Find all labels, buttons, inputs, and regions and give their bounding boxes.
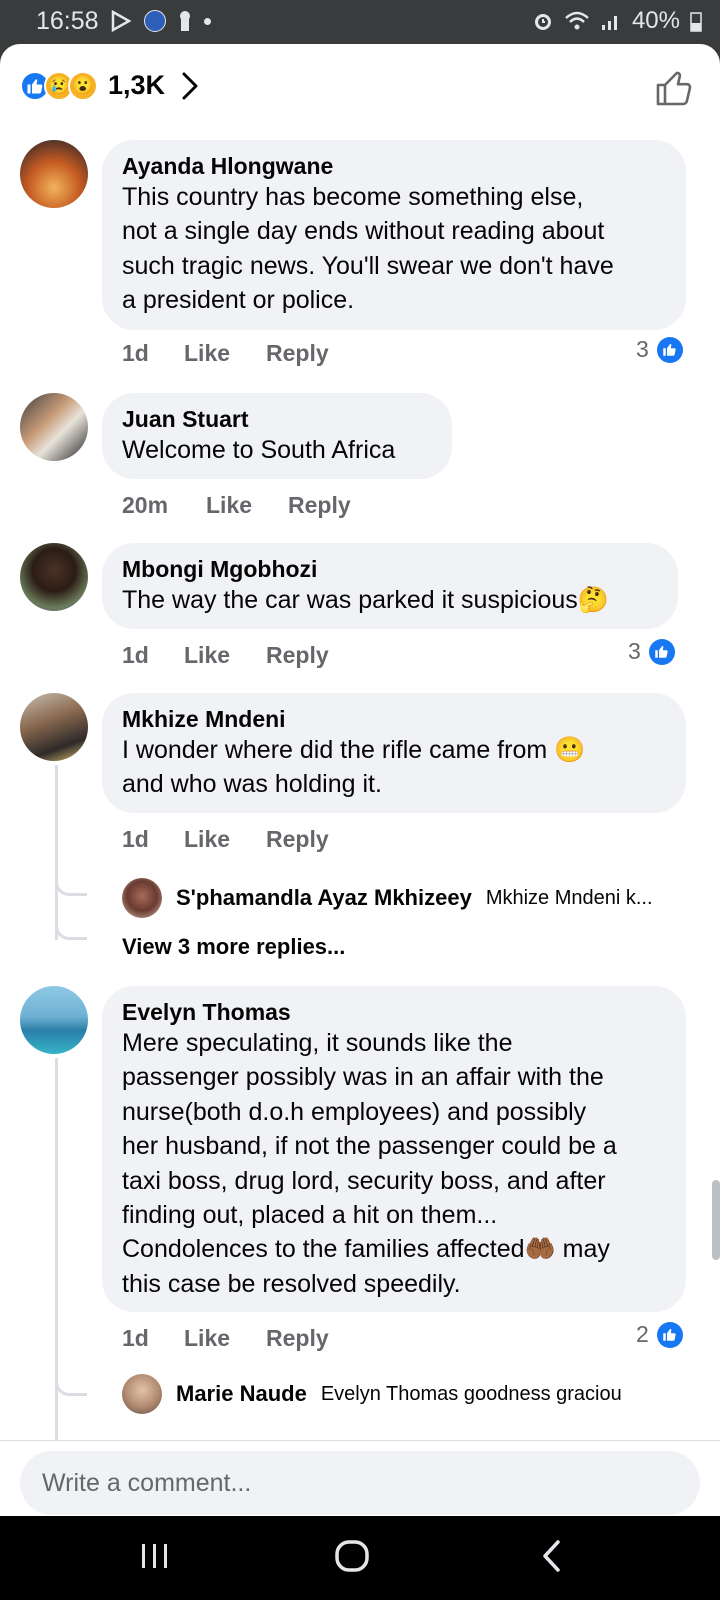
status-time: 16:58 bbox=[36, 7, 99, 35]
avatar[interactable] bbox=[20, 693, 88, 761]
comment-bubble: Mkhize Mndeni I wonder where did the rif… bbox=[102, 693, 686, 813]
reply-preview-row[interactable]: S'phamandla Ayaz Mkhizeey Mkhize Mndeni … bbox=[122, 878, 692, 918]
comment-time: 20m bbox=[122, 492, 169, 518]
comment-input[interactable] bbox=[20, 1451, 700, 1515]
comment-text-line: her husband, if not the passenger could … bbox=[122, 1132, 617, 1161]
app-notification-icon bbox=[144, 10, 166, 32]
avatar[interactable] bbox=[122, 878, 162, 918]
comment-text-line: taxi boss, drug lord, security boss, and… bbox=[122, 1166, 606, 1195]
comment-text-line: passenger possibly was in an affair with… bbox=[122, 1063, 604, 1092]
comment-actions: 1d Like Reply bbox=[122, 826, 329, 853]
comment-author[interactable]: Mkhize Mndeni bbox=[122, 705, 666, 733]
reaction-count: 1,3K bbox=[108, 70, 166, 100]
alarm-icon bbox=[534, 14, 551, 30]
view-more-replies-link[interactable]: View 3 more replies... bbox=[122, 934, 345, 960]
comment-actions: 1d Like Reply bbox=[122, 340, 329, 367]
comment-list: Ayanda Hlongwane This country has become… bbox=[0, 130, 720, 1440]
comment-author[interactable]: Ayanda Hlongwane bbox=[122, 152, 666, 180]
comment-bubble: Mbongi Mgobhozi The way the car was park… bbox=[102, 543, 678, 629]
comment-text-line: nurse(both d.o.h employees) and possibly bbox=[122, 1097, 587, 1126]
comment-reaction-count[interactable]: 3 bbox=[636, 336, 683, 363]
comment-time: 1d bbox=[122, 340, 149, 366]
comment-time: 1d bbox=[122, 642, 149, 668]
comment-bubble: Juan Stuart Welcome to South Africa bbox=[102, 393, 452, 479]
comment-text-line: Condolences to the families affected🤲🏾 m… bbox=[122, 1235, 610, 1264]
reaction-number: 2 bbox=[636, 1321, 649, 1347]
comment-actions: 1d Like Reply bbox=[122, 642, 329, 669]
chevron-right-icon bbox=[182, 72, 198, 99]
comment-text-line: The way the car was parked it suspicious… bbox=[122, 586, 609, 614]
reaction-number: 3 bbox=[636, 336, 649, 362]
reply-connector bbox=[55, 1362, 87, 1396]
wifi-icon bbox=[565, 11, 589, 30]
comment-author[interactable]: Juan Stuart bbox=[122, 405, 432, 433]
like-comment-button[interactable]: Like bbox=[184, 1325, 266, 1352]
avatar[interactable] bbox=[20, 393, 88, 461]
comment-bubble: Evelyn Thomas Mere speculating, it sound… bbox=[102, 986, 686, 1312]
home-button[interactable] bbox=[334, 1538, 370, 1574]
comments-sheet: 😢 😮 1,3K Ayanda Hlongwane This country h… bbox=[0, 44, 720, 1516]
comment-author[interactable]: Mbongi Mgobhozi bbox=[122, 555, 658, 583]
comment-text-line: This country has become something else, bbox=[122, 183, 584, 211]
reply-comment-button[interactable]: Reply bbox=[266, 826, 329, 853]
avatar[interactable] bbox=[20, 140, 88, 208]
comment-actions: 20m Like Reply bbox=[122, 492, 351, 519]
sheet-header: 😢 😮 1,3K bbox=[0, 44, 720, 130]
comment-author[interactable]: Evelyn Thomas bbox=[122, 998, 666, 1026]
avatar[interactable] bbox=[20, 543, 88, 611]
comment-time: 1d bbox=[122, 826, 149, 852]
like-badge-icon bbox=[656, 1321, 683, 1348]
reply-comment-button[interactable]: Reply bbox=[288, 492, 351, 519]
comment-text-line: I wonder where did the rifle came from 😬 bbox=[122, 736, 586, 764]
more-notifications-dot bbox=[204, 17, 211, 25]
comment-reaction-count[interactable]: 3 bbox=[628, 638, 675, 665]
like-comment-button[interactable]: Like bbox=[184, 642, 266, 669]
battery-level: 40% bbox=[631, 7, 680, 34]
reply-comment-button[interactable]: Reply bbox=[266, 1325, 329, 1352]
comment-actions: 1d Like Reply bbox=[122, 1325, 329, 1352]
like-comment-button[interactable]: Like bbox=[206, 492, 288, 519]
comment-time: 1d bbox=[122, 1325, 149, 1351]
reply-text-preview: Mkhize Mndeni k... bbox=[485, 886, 653, 909]
reactions-summary[interactable]: 😢 😮 1,3K bbox=[20, 70, 199, 101]
status-bar: 16:58 40% bbox=[0, 0, 720, 44]
battery-icon bbox=[690, 12, 702, 32]
reply-author[interactable]: Marie Naude bbox=[176, 1381, 307, 1407]
comment-bubble: Ayanda Hlongwane This country has become… bbox=[102, 140, 686, 330]
comment-reaction-count[interactable]: 2 bbox=[636, 1321, 683, 1348]
scrollbar[interactable] bbox=[712, 1180, 720, 1260]
comment-text-line: Welcome to South Africa bbox=[122, 436, 396, 464]
comment-text-line: such tragic news. You'll swear we don't … bbox=[122, 251, 614, 280]
reaction-number: 3 bbox=[628, 638, 641, 664]
reply-connector bbox=[55, 920, 87, 940]
comment-composer bbox=[0, 1440, 720, 1516]
comment-text-line: a president or police. bbox=[122, 286, 355, 315]
avatar[interactable] bbox=[20, 986, 88, 1054]
like-comment-button[interactable]: Like bbox=[184, 826, 266, 853]
reply-connector bbox=[55, 862, 87, 896]
like-badge-icon bbox=[648, 638, 675, 665]
reply-comment-button[interactable]: Reply bbox=[266, 340, 329, 367]
reply-preview-row[interactable]: Marie Naude Evelyn Thomas goodness graci… bbox=[122, 1374, 692, 1414]
thread-line bbox=[55, 765, 58, 940]
reply-author[interactable]: S'phamandla Ayaz Mkhizeey bbox=[176, 885, 472, 911]
keyhole-icon bbox=[180, 11, 190, 31]
comment-text-line: and who was holding it. bbox=[122, 770, 382, 799]
play-store-icon bbox=[111, 10, 132, 32]
comment-text-line: this case be resolved speedily. bbox=[122, 1269, 461, 1298]
wow-reaction-icon: 😮 bbox=[68, 70, 98, 101]
reply-comment-button[interactable]: Reply bbox=[266, 642, 329, 669]
back-button[interactable] bbox=[540, 1538, 564, 1574]
reply-text-preview: Evelyn Thomas goodness graciou bbox=[320, 1382, 622, 1405]
comment-text-line: Mere speculating, it sounds like the bbox=[122, 1029, 513, 1057]
like-badge-icon bbox=[656, 336, 683, 363]
like-comment-button[interactable]: Like bbox=[184, 340, 266, 367]
navigation-bar bbox=[0, 1516, 720, 1600]
signal-icon bbox=[601, 16, 617, 30]
comment-text-line: not a single day ends without reading ab… bbox=[122, 217, 605, 246]
recent-apps-button[interactable] bbox=[138, 1538, 172, 1574]
like-post-button[interactable] bbox=[654, 68, 694, 108]
comment-text-line: finding out, placed a hit on them... bbox=[122, 1201, 498, 1230]
avatar[interactable] bbox=[122, 1374, 162, 1414]
